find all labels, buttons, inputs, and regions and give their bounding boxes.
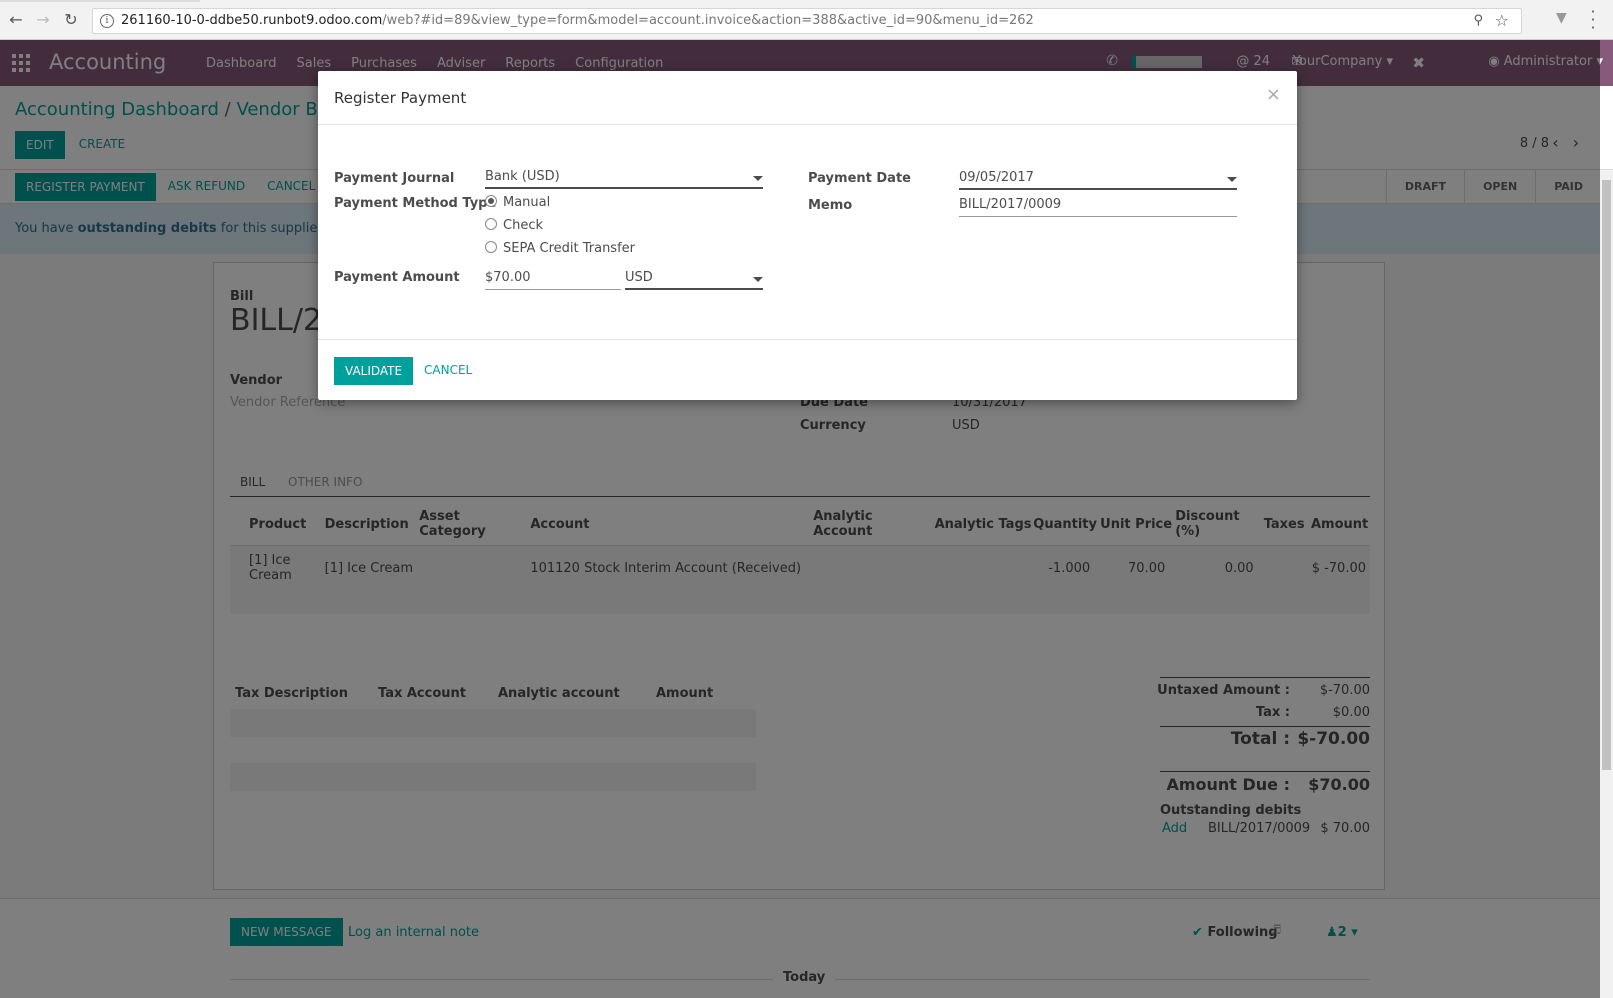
payment-journal-select[interactable]: Bank (USD)	[485, 169, 763, 189]
payment-amount-input[interactable]: $70.00	[485, 270, 621, 290]
method-manual-radio[interactable]: Manual	[485, 195, 550, 210]
key-icon[interactable]: ⚲	[1473, 13, 1483, 28]
chevron-down-icon	[753, 277, 763, 282]
dialog-title: Register Payment	[334, 89, 467, 107]
radio-unselected-icon	[485, 218, 497, 230]
info-icon[interactable]: i	[100, 14, 114, 28]
payment-date-label: Payment Date	[808, 171, 911, 186]
tab-strip	[0, 0, 200, 2]
register-payment-dialog: Register Payment × Payment Journal Bank …	[318, 71, 1297, 400]
cancel-button[interactable]: CANCEL	[414, 357, 482, 385]
payment-method-label: Payment Method Type	[334, 196, 497, 211]
memo-label: Memo	[808, 198, 853, 213]
extension-icon[interactable]: ▼	[1556, 10, 1567, 26]
forward-icon[interactable]: →	[33, 10, 53, 30]
reload-icon[interactable]: ↻	[61, 10, 81, 30]
dialog-footer: VALIDATE CANCEL	[318, 339, 1297, 400]
payment-amount-label: Payment Amount	[334, 270, 460, 285]
back-icon[interactable]: ←	[6, 10, 26, 30]
method-check-label: Check	[503, 218, 543, 233]
method-sepa-label: SEPA Credit Transfer	[503, 241, 635, 256]
scrollbar-thumb[interactable]	[1602, 180, 1611, 770]
url-text[interactable]: 261160-10-0-ddbe50.runbot9.odoo.com/web?…	[121, 13, 1034, 28]
dialog-header: Register Payment ×	[318, 71, 1297, 125]
payment-journal-label: Payment Journal	[334, 171, 455, 186]
address-bar[interactable]: i 261160-10-0-ddbe50.runbot9.odoo.com/we…	[92, 8, 1522, 34]
url-path: /web?#id=89&view_type=form&model=account…	[382, 13, 1034, 28]
payment-currency-select[interactable]: USD	[625, 270, 763, 290]
method-sepa-radio[interactable]: SEPA Credit Transfer	[485, 241, 635, 256]
browser-toolbar: ← → ↻ i 261160-10-0-ddbe50.runbot9.odoo.…	[0, 0, 1613, 40]
browser-menu-icon[interactable]: · · ·	[1590, 4, 1596, 36]
chevron-down-icon	[753, 176, 763, 181]
memo-input[interactable]: BILL/2017/0009	[959, 197, 1237, 217]
radio-selected-icon	[485, 195, 497, 207]
radio-unselected-icon	[485, 241, 497, 253]
bookmark-star-icon[interactable]: ☆	[1495, 11, 1509, 30]
page-scrollbar[interactable]	[1600, 170, 1613, 998]
method-check-radio[interactable]: Check	[485, 218, 543, 233]
url-host: 261160-10-0-ddbe50.runbot9.odoo.com	[121, 13, 383, 28]
payment-date-value: 09/05/2017	[959, 170, 1034, 185]
payment-journal-value: Bank (USD)	[485, 169, 560, 184]
chevron-down-icon	[1227, 177, 1237, 182]
validate-button[interactable]: VALIDATE	[334, 357, 414, 385]
close-icon[interactable]: ×	[1266, 84, 1281, 105]
payment-currency-value: USD	[625, 270, 653, 285]
payment-date-input[interactable]: 09/05/2017	[959, 170, 1237, 190]
method-manual-label: Manual	[503, 195, 551, 210]
